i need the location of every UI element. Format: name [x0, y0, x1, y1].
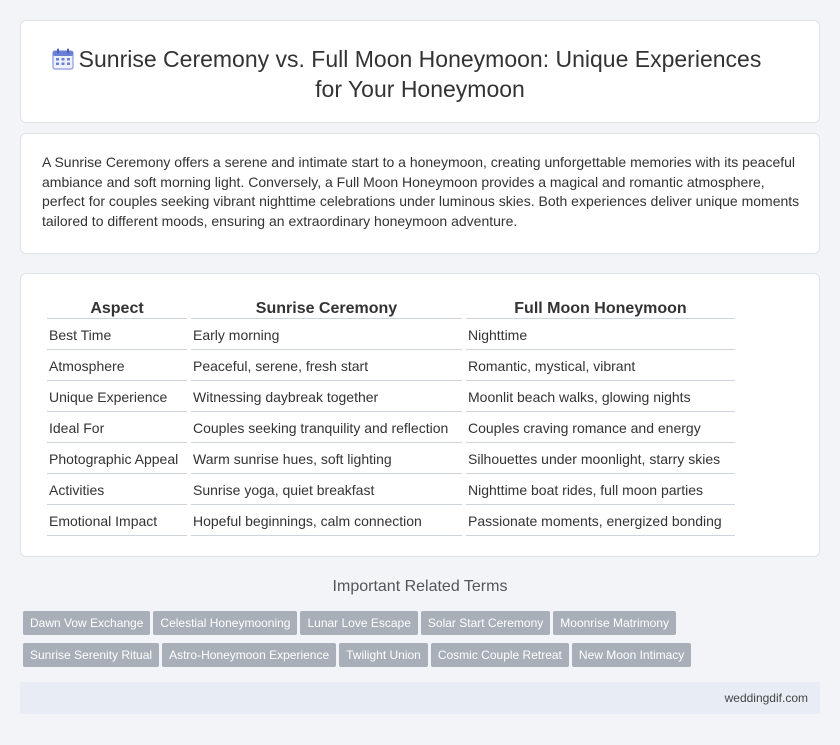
table-cell: Warm sunrise hues, soft lighting [191, 445, 462, 474]
table-cell: Peaceful, serene, fresh start [191, 352, 462, 381]
page-title-line2: for Your Honeymoon [315, 76, 525, 102]
table-cell: Witnessing daybreak together [191, 383, 462, 412]
related-terms-title: Important Related Terms [332, 578, 508, 595]
table-cell: Silhouettes under moonlight, starry skie… [466, 445, 735, 474]
related-term-tag[interactable]: Sunrise Serenity Ritual [23, 643, 160, 667]
related-term-tag[interactable]: Lunar Love Escape [300, 611, 418, 635]
comparison-table-card: Aspect Sunrise Ceremony Full Moon Honeym… [20, 273, 820, 557]
related-term-tag[interactable]: Celestial Honeymooning [153, 611, 298, 635]
table-cell: Passionate moments, energized bonding [466, 507, 735, 536]
header-card: Sunrise Ceremony vs. Full Moon Honeymoon… [20, 20, 820, 123]
table-row: Ideal For Couples seeking tranquility an… [47, 414, 735, 443]
related-term-tag[interactable]: New Moon Intimacy [571, 643, 692, 667]
table-row: Unique Experience Witnessing daybreak to… [47, 383, 735, 412]
table-cell: Emotional Impact [47, 507, 187, 536]
intro-card: A Sunrise Ceremony offers a serene and i… [20, 133, 820, 254]
page-title: Sunrise Ceremony vs. Full Moon Honeymoon… [21, 44, 819, 104]
table-row: Best Time Early morning Nighttime [47, 321, 735, 350]
table-cell: Hopeful beginnings, calm connection [191, 507, 462, 536]
table-row: Atmosphere Peaceful, serene, fresh start… [47, 352, 735, 381]
footer-site-link[interactable]: weddingdif.com [725, 691, 808, 705]
table-cell: Activities [47, 476, 187, 505]
related-term-tag[interactable]: Dawn Vow Exchange [23, 611, 151, 635]
table-cell: Nighttime [466, 321, 735, 350]
table-row: Activities Sunrise yoga, quiet breakfast… [47, 476, 735, 505]
footer-bar: weddingdif.com [20, 682, 820, 714]
table-row: Photographic Appeal Warm sunrise hues, s… [47, 445, 735, 474]
related-terms-list: Dawn Vow Exchange Celestial Honeymooning L… [23, 611, 723, 675]
table-cell: Photographic Appeal [47, 445, 187, 474]
column-header: Full Moon Honeymoon [466, 298, 735, 319]
table-cell: Ideal For [47, 414, 187, 443]
table-cell: Unique Experience [47, 383, 187, 412]
table-cell: Couples craving romance and energy [466, 414, 735, 443]
related-term-tag[interactable]: Moonrise Matrimony [553, 611, 676, 635]
related-term-tag[interactable]: Cosmic Couple Retreat [430, 643, 569, 667]
table-cell: Couples seeking tranquility and reflecti… [191, 414, 462, 443]
intro-paragraph: A Sunrise Ceremony offers a serene and i… [42, 154, 800, 229]
page-title-line1: Sunrise Ceremony vs. Full Moon Honeymoon… [78, 46, 762, 72]
table-header-row: Aspect Sunrise Ceremony Full Moon Honeym… [47, 298, 735, 319]
related-term-tag[interactable]: Astro-Honeymoon Experience [162, 643, 337, 667]
table-row: Emotional Impact Hopeful beginnings, cal… [47, 507, 735, 536]
related-term-tag[interactable]: Twilight Union [339, 643, 428, 667]
table-cell: Atmosphere [47, 352, 187, 381]
comparison-table: Aspect Sunrise Ceremony Full Moon Honeym… [43, 296, 739, 538]
table-cell: Romantic, mystical, vibrant [466, 352, 735, 381]
column-header: Aspect [47, 298, 187, 319]
table-cell: Early morning [191, 321, 462, 350]
column-header: Sunrise Ceremony [191, 298, 462, 319]
related-term-tag[interactable]: Solar Start Ceremony [420, 611, 551, 635]
table-cell: Moonlit beach walks, glowing nights [466, 383, 735, 412]
table-cell: Sunrise yoga, quiet breakfast [191, 476, 462, 505]
table-cell: Best Time [47, 321, 187, 350]
table-cell: Nighttime boat rides, full moon parties [466, 476, 735, 505]
